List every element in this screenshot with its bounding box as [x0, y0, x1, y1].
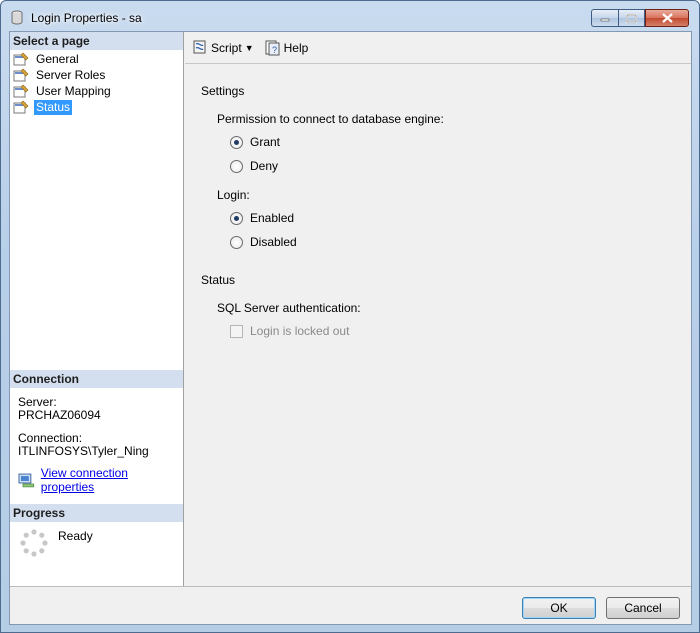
view-connection-properties-row[interactable]: View connection properties: [18, 466, 183, 494]
page-label-server-roles: Server Roles: [36, 67, 106, 82]
permission-label: Permission to connect to database engine…: [217, 112, 444, 126]
select-page-header: Select a page: [10, 32, 183, 50]
page-label-user-mapping: User Mapping: [36, 83, 111, 98]
disabled-radio[interactable]: [230, 235, 243, 249]
connection-header: Connection: [10, 370, 183, 388]
page-item-status[interactable]: Status: [13, 99, 113, 115]
locked-out-checkbox-row: Login is locked out: [230, 324, 349, 338]
server-value: PRCHAZ06094: [18, 408, 101, 422]
page-item-server-roles[interactable]: Server Roles: [13, 67, 113, 83]
maximize-icon: [626, 13, 637, 23]
grant-radio-row[interactable]: Grant: [230, 135, 280, 149]
chevron-down-icon[interactable]: ▼: [245, 43, 254, 53]
database-icon: [11, 10, 23, 25]
toolbar: Script ▼ ? Help: [185, 32, 691, 64]
deny-label: Deny: [250, 159, 279, 173]
page-item-user-mapping[interactable]: User Mapping: [13, 83, 113, 99]
page-label-general: General: [36, 51, 79, 66]
script-icon: [193, 40, 206, 54]
login-properties-window: Login Properties - sa Select a page Gene…: [0, 0, 700, 633]
deny-radio-row[interactable]: Deny: [230, 159, 278, 173]
close-button[interactable]: [645, 9, 689, 27]
right-pane: Script ▼ ? Help Settings Permission to c…: [185, 32, 691, 586]
minimize-icon: [600, 18, 610, 22]
script-label: Script: [211, 40, 242, 55]
sql-auth-label: SQL Server authentication:: [217, 301, 361, 315]
help-button[interactable]: ? Help: [264, 39, 309, 56]
view-connection-properties-link[interactable]: View connection properties: [41, 466, 183, 494]
disabled-radio-row[interactable]: Disabled: [230, 235, 297, 249]
button-bar: OK Cancel: [10, 586, 691, 624]
help-label: Help: [283, 40, 309, 55]
help-icon: ?: [265, 40, 280, 56]
page-wrench-icon: [13, 84, 29, 98]
maximize-button[interactable]: [618, 9, 645, 27]
page-wrench-icon: [13, 68, 29, 82]
cancel-button[interactable]: Cancel: [606, 597, 680, 619]
progress-spinner-icon: [20, 529, 48, 557]
progress-status: Ready: [58, 529, 93, 543]
title-bar[interactable]: Login Properties - sa: [1, 1, 699, 31]
settings-header: Settings: [201, 84, 245, 98]
locked-out-label: Login is locked out: [250, 324, 350, 338]
connection-value: ITLINFOSYS\Tyler_Ning: [18, 444, 149, 458]
script-button[interactable]: Script ▼: [191, 39, 254, 56]
close-icon: [661, 13, 673, 23]
page-item-general[interactable]: General: [13, 51, 113, 67]
locked-out-checkbox: [230, 324, 243, 338]
login-label: Login:: [217, 188, 250, 202]
ok-button[interactable]: OK: [522, 597, 596, 619]
dialog-client-area: Select a page General Server Roles User …: [9, 31, 692, 625]
left-pane: Select a page General Server Roles User …: [10, 32, 184, 586]
enabled-radio[interactable]: [230, 211, 243, 225]
connection-properties-icon: [18, 473, 35, 487]
grant-radio[interactable]: [230, 135, 243, 149]
page-label-status: Status: [34, 99, 73, 115]
svg-text:?: ?: [272, 45, 277, 55]
grant-label: Grant: [250, 135, 281, 149]
page-wrench-icon: [13, 100, 29, 114]
status-header: Status: [201, 273, 236, 287]
page-list: General Server Roles User Mapping Status: [13, 51, 113, 115]
progress-header: Progress: [10, 504, 183, 522]
page-wrench-icon: [13, 52, 29, 66]
disabled-label: Disabled: [250, 235, 297, 249]
window-title: Login Properties - sa: [31, 11, 142, 25]
enabled-radio-row[interactable]: Enabled: [230, 211, 294, 225]
minimize-button[interactable]: [591, 9, 618, 27]
deny-radio[interactable]: [230, 159, 243, 173]
enabled-label: Enabled: [250, 211, 295, 225]
